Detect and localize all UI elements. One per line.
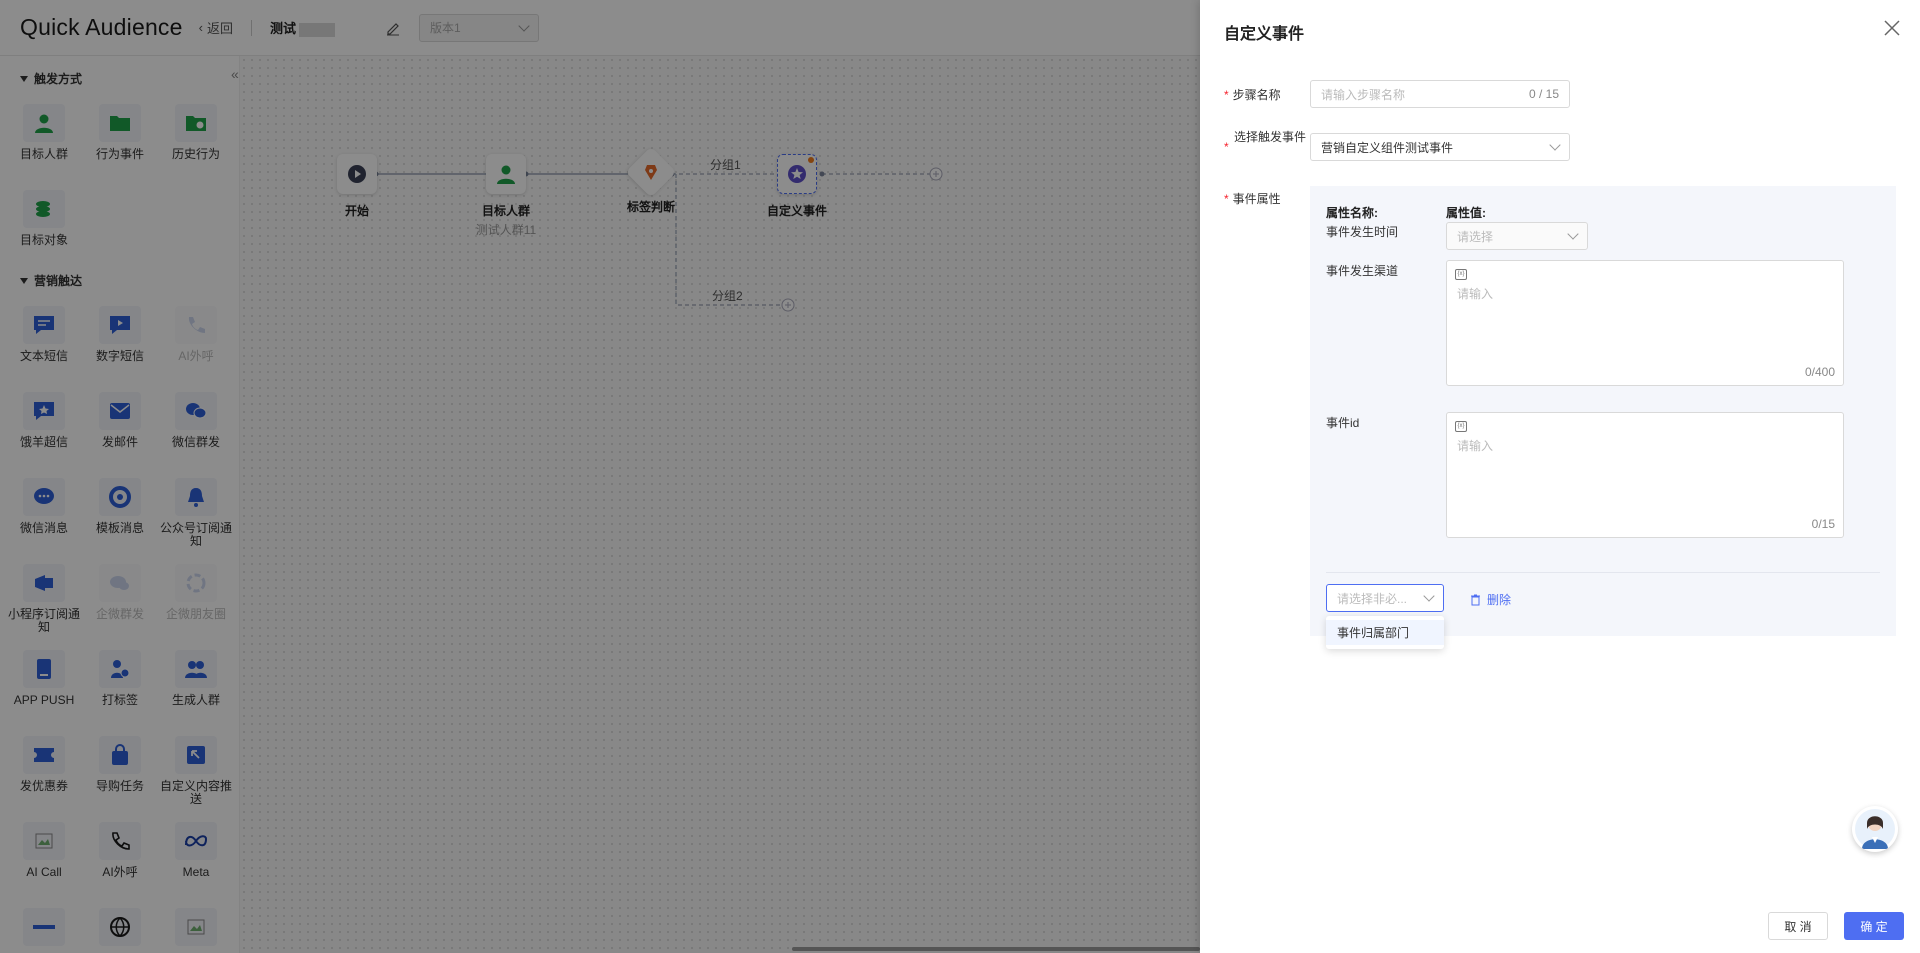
chevron-down-icon	[1423, 590, 1435, 602]
optional-attr-select[interactable]: 请选择非必...	[1326, 584, 1444, 612]
event-attr-label: * 事件属性	[1224, 192, 1281, 206]
horizontal-scrollbar[interactable]	[792, 947, 1200, 951]
event-channel-textarea[interactable]: {x} 请输入 0/400	[1446, 260, 1844, 386]
trash-icon	[1471, 594, 1480, 605]
chevron-down-icon	[1567, 228, 1579, 240]
step-name-input[interactable]: 请输入步骤名称 0 / 15	[1310, 80, 1570, 108]
optional-attr-dropdown: 事件归属部门	[1326, 616, 1444, 649]
assistant-avatar-icon	[1855, 809, 1895, 849]
attr-event-time: 事件发生时间	[1326, 225, 1399, 239]
modal-mask[interactable]	[0, 0, 1200, 953]
cancel-button[interactable]: 取 消	[1768, 912, 1828, 940]
char-counter: 0 / 15	[1528, 87, 1559, 101]
confirm-button[interactable]: 确 定	[1844, 912, 1904, 940]
event-id-textarea[interactable]: {x} 请输入 0/15	[1446, 412, 1844, 538]
divider	[1326, 572, 1880, 573]
dropdown-option[interactable]: 事件归属部门	[1326, 620, 1444, 645]
chevron-down-icon	[1549, 139, 1561, 151]
event-attr-panel: 属性名称: 属性值: 事件发生时间 请选择 事件发生渠道 {x} 请输入 0/4…	[1310, 186, 1896, 649]
char-counter: 0/15	[1811, 517, 1835, 531]
close-icon[interactable]	[1882, 18, 1902, 38]
variable-icon[interactable]: {x}	[1455, 269, 1467, 280]
char-counter: 0/400	[1804, 365, 1835, 379]
custom-event-drawer: 自定义事件 * 步骤名称 请输入步骤名称 0 / 15 * 选择触发事件 营销自定义…	[1200, 0, 1920, 953]
assistant-avatar[interactable]	[1852, 806, 1898, 852]
trigger-event-select[interactable]: 营销自定义组件测试事件	[1310, 133, 1570, 161]
attr-value-header: 属性值:	[1446, 206, 1486, 220]
step-name-label: * 步骤名称	[1224, 88, 1281, 102]
attr-event-channel: 事件发生渠道	[1326, 264, 1399, 278]
event-time-select[interactable]: 请选择	[1446, 222, 1588, 250]
attr-name-header: 属性名称:	[1326, 206, 1378, 220]
delete-button[interactable]: 删除	[1470, 591, 1511, 608]
trigger-event-label: * 选择触发事件	[1224, 130, 1307, 154]
attr-event-id: 事件id	[1326, 416, 1360, 430]
variable-icon[interactable]: {x}	[1455, 421, 1467, 432]
drawer-title: 自定义事件	[1224, 26, 1305, 43]
